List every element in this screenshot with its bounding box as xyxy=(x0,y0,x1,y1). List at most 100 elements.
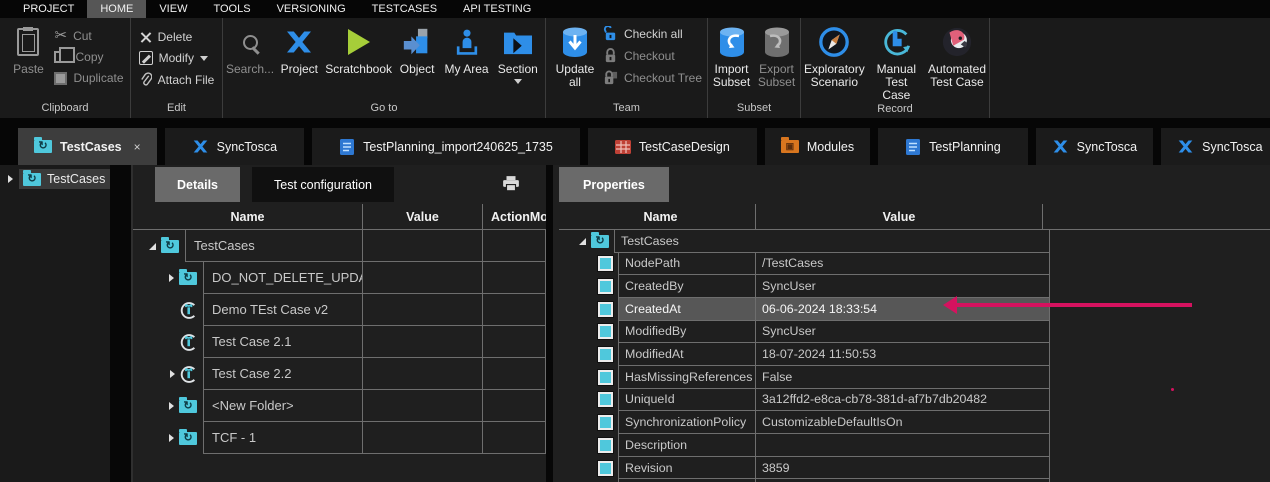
search-button[interactable]: Search... xyxy=(226,22,274,76)
expand-arrow-icon[interactable] xyxy=(8,175,13,183)
my-area-button[interactable]: My Area xyxy=(441,22,491,76)
scratchbook-button[interactable]: Scratchbook xyxy=(325,22,393,76)
play-icon xyxy=(348,29,370,55)
duplicate-button[interactable]: Duplicate xyxy=(54,71,123,85)
menu-view[interactable]: VIEW xyxy=(146,0,200,18)
collapse-arrow-icon[interactable] xyxy=(149,243,156,250)
actionmode-cell[interactable] xyxy=(483,390,546,422)
property-row-revision[interactable]: Revision 3859 xyxy=(566,457,1050,480)
panel-splitter[interactable] xyxy=(546,165,553,482)
expand-arrow-icon[interactable] xyxy=(170,370,175,378)
tab-modules[interactable]: Modules xyxy=(765,128,870,165)
property-row-modifiedby[interactable]: ModifiedBy SyncUser xyxy=(566,321,1050,344)
property-row-description[interactable]: Description xyxy=(566,434,1050,457)
property-icon xyxy=(598,370,613,385)
update-all-button[interactable]: Update all xyxy=(551,22,599,89)
lock-icon xyxy=(603,48,618,63)
tab-properties[interactable]: Properties xyxy=(559,167,669,202)
value-cell[interactable] xyxy=(363,422,483,454)
tree-row-testcases[interactable]: TestCases xyxy=(133,230,546,262)
expand-arrow-icon[interactable] xyxy=(169,434,174,442)
tab-testplanning[interactable]: TestPlanning xyxy=(878,128,1028,165)
navigator-item-testcases[interactable]: TestCases xyxy=(0,169,110,189)
tree-row-test-case-22[interactable]: Test Case 2.2 xyxy=(133,358,546,390)
export-subset-button[interactable]: Export Subset xyxy=(756,22,797,89)
panel-divider[interactable] xyxy=(110,165,133,482)
expand-arrow-icon[interactable] xyxy=(169,402,174,410)
main-content: TestCases Details Test configuration Nam… xyxy=(0,165,1270,482)
automated-test-case-button[interactable]: Automated Test Case xyxy=(928,22,986,89)
section-button[interactable]: Section xyxy=(494,22,542,84)
delete-button[interactable]: Delete xyxy=(139,30,215,44)
tree-row-demo-test-case[interactable]: Demo TEst Case v2 xyxy=(133,294,546,326)
property-row-createdat[interactable]: CreatedAt 06-06-2024 18:33:54 xyxy=(566,298,1050,321)
tab-testcases[interactable]: TestCases × xyxy=(18,128,157,165)
tab-testcasedesign[interactable]: TestCaseDesign xyxy=(588,128,757,165)
group-label-team: Team xyxy=(546,101,707,118)
project-button[interactable]: Project xyxy=(276,22,323,76)
checkout-tree-button[interactable]: Checkout Tree xyxy=(603,70,702,85)
print-button[interactable] xyxy=(502,176,520,197)
property-row-createdby[interactable]: CreatedBy SyncUser xyxy=(566,275,1050,298)
column-header-value: Value xyxy=(363,204,483,229)
tab-test-configuration[interactable]: Test configuration xyxy=(252,167,394,202)
value-cell[interactable] xyxy=(363,262,483,294)
collapse-arrow-icon[interactable] xyxy=(579,238,586,245)
actionmode-cell[interactable] xyxy=(483,294,546,326)
menu-versioning[interactable]: VERSIONING xyxy=(264,0,359,18)
value-cell[interactable] xyxy=(363,326,483,358)
modify-button[interactable]: Modify xyxy=(139,51,215,65)
menu-testcases[interactable]: TESTCASES xyxy=(359,0,450,18)
value-cell[interactable] xyxy=(363,358,483,390)
menu-home[interactable]: HOME xyxy=(87,0,146,18)
property-row-hasmissingreferences[interactable]: HasMissingReferences False xyxy=(566,366,1050,389)
property-row-nodepath[interactable]: NodePath /TestCases xyxy=(566,253,1050,276)
tree-row-tcf-1[interactable]: TCF - 1 xyxy=(133,422,546,454)
tab-testplanning-import[interactable]: TestPlanning_import240625_1735 xyxy=(312,128,580,165)
tab-synctosca-1[interactable]: SyncTosca xyxy=(165,128,304,165)
tab-details[interactable]: Details xyxy=(155,167,240,202)
exploratory-scenario-button[interactable]: Exploratory Scenario xyxy=(804,22,865,89)
menu-api-testing[interactable]: API TESTING xyxy=(450,0,544,18)
delete-x-icon xyxy=(139,31,152,44)
column-header-name: Name xyxy=(566,204,756,229)
value-cell[interactable] xyxy=(363,294,483,326)
folder-cyan-icon xyxy=(179,432,197,445)
actionmode-cell[interactable] xyxy=(483,230,546,262)
tab-close-icon[interactable]: × xyxy=(134,140,141,154)
property-icon xyxy=(598,279,613,294)
tab-synctosca-3[interactable]: SyncTosca xyxy=(1161,128,1270,165)
annotation-dot xyxy=(1171,388,1174,391)
import-subset-button[interactable]: Import Subset xyxy=(711,22,752,89)
tosca-x-icon xyxy=(1052,138,1069,155)
value-cell[interactable] xyxy=(363,230,483,262)
checkin-all-button[interactable]: Checkin all xyxy=(603,26,702,41)
attach-file-button[interactable]: Attach File xyxy=(139,72,215,87)
property-row-uniqueid[interactable]: UniqueId 3a12ffd2-e8ca-cb78-381d-af7b7db… xyxy=(566,389,1050,412)
ribbon: Paste ✂Cut Copy Duplicate Clipboard Dele… xyxy=(0,18,1270,118)
actionmode-cell[interactable] xyxy=(483,262,546,294)
ribbon-group-record: Exploratory Scenario Manual Test Case Au… xyxy=(801,18,990,118)
manual-test-case-button[interactable]: Manual Test Case xyxy=(871,22,922,102)
property-row-modifiedat[interactable]: ModifiedAt 18-07-2024 11:50:53 xyxy=(566,343,1050,366)
object-button[interactable]: Object xyxy=(395,22,440,76)
property-root-testcases[interactable]: TestCases xyxy=(566,230,1050,253)
tree-row-test-case-21[interactable]: Test Case 2.1 xyxy=(133,326,546,358)
tab-synctosca-2[interactable]: SyncTosca xyxy=(1036,128,1153,165)
property-row-synchronizationpolicy[interactable]: SynchronizationPolicy CustomizableDefaul… xyxy=(566,411,1050,434)
value-cell[interactable] xyxy=(363,390,483,422)
properties-panel: Properties Name Value TestCases NodePath xyxy=(553,165,1270,482)
tree-row-do-not-delete[interactable]: DO_NOT_DELETE_UPDA... xyxy=(133,262,546,294)
cut-button[interactable]: ✂Cut xyxy=(54,28,123,43)
menu-tools[interactable]: TOOLS xyxy=(200,0,263,18)
folder-cyan-icon xyxy=(179,400,197,413)
checkout-button[interactable]: Checkout xyxy=(603,48,702,63)
actionmode-cell[interactable] xyxy=(483,326,546,358)
menu-project[interactable]: PROJECT xyxy=(10,0,87,18)
expand-arrow-icon[interactable] xyxy=(169,274,174,282)
paste-button[interactable]: Paste xyxy=(6,22,50,76)
copy-button[interactable]: Copy xyxy=(54,50,123,64)
tree-row-new-folder[interactable]: <New Folder> xyxy=(133,390,546,422)
actionmode-cell[interactable] xyxy=(483,358,546,390)
actionmode-cell[interactable] xyxy=(483,422,546,454)
